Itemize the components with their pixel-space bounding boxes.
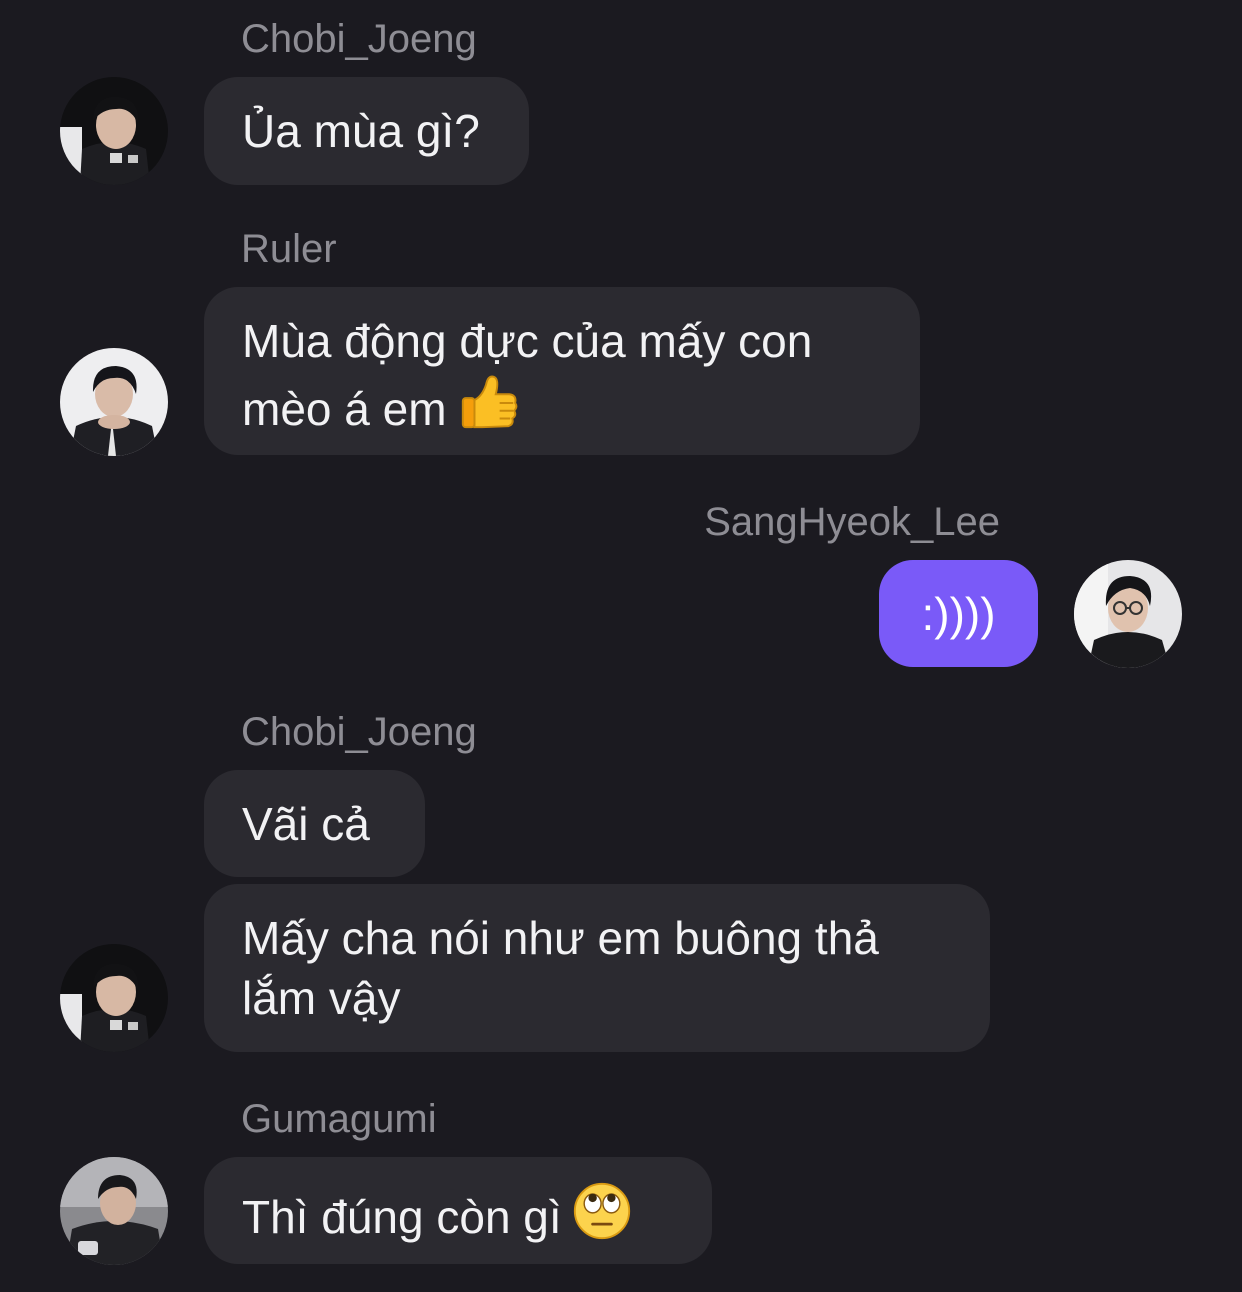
message-text-line: lắm vậy xyxy=(242,972,401,1024)
message-bubble[interactable]: Mùa động đực của mấy con mèo á em xyxy=(204,287,920,455)
message-text: Thì đúng còn gì xyxy=(242,1191,562,1243)
sender-name: Chobi_Joeng xyxy=(241,710,477,754)
message-bubble[interactable]: Vãi cả xyxy=(204,770,425,877)
avatar-sanghyeok-lee[interactable] xyxy=(1074,560,1182,668)
sender-name: Gumagumi xyxy=(241,1097,437,1141)
sender-name: Chobi_Joeng xyxy=(241,17,477,61)
message-text: Ủa mùa gì? xyxy=(242,105,480,157)
avatar-chobi-joeng[interactable] xyxy=(60,77,168,185)
message-text-line: Mấy cha nói như em buông thả xyxy=(242,912,879,964)
avatar-ruler[interactable] xyxy=(60,348,168,456)
sender-name: SangHyeok_Lee xyxy=(704,500,1000,544)
message-text-line: mèo á em xyxy=(242,383,447,435)
avatar-chobi-joeng[interactable] xyxy=(60,944,168,1052)
message-text-line: Mùa động đực của mấy con xyxy=(242,315,813,367)
message-text: :)))) xyxy=(921,588,996,640)
eye-roll-face-icon xyxy=(572,1181,632,1255)
chat-message-list[interactable]: Chobi_Joeng Ủa mùa gì? Ruler Mùa động đự… xyxy=(0,0,1242,1292)
message-bubble[interactable]: Thì đúng còn gì xyxy=(204,1157,712,1264)
message-bubble[interactable]: Ủa mùa gì? xyxy=(204,77,529,185)
message-bubble[interactable]: Mấy cha nói như em buông thả lắm vậy xyxy=(204,884,990,1052)
thumbs-up-icon xyxy=(457,371,519,447)
sender-name: Ruler xyxy=(241,227,337,271)
avatar-gumagumi[interactable] xyxy=(60,1157,168,1265)
message-text: Vãi cả xyxy=(242,798,370,850)
message-bubble-outgoing[interactable]: :)))) xyxy=(879,560,1038,667)
